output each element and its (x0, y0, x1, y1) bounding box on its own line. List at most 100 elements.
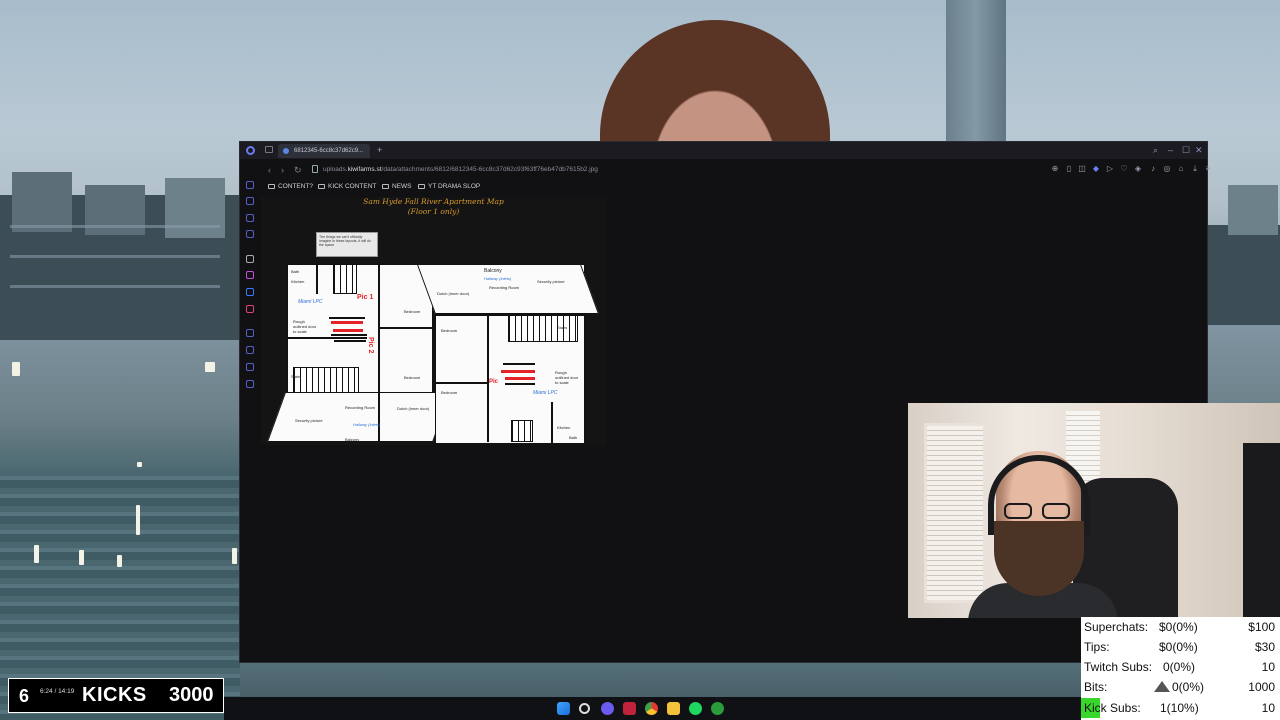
black-marker (505, 383, 535, 385)
coat (1243, 443, 1280, 618)
building (0, 300, 240, 340)
close-icon[interactable]: ✕ (1195, 144, 1203, 156)
label-stairs-right: Stairs (557, 325, 568, 330)
tab-active[interactable]: 6812345-6cc8c37d62c9... (278, 144, 370, 158)
pinboard-icon[interactable] (246, 214, 254, 222)
pin-icon[interactable]: ▯ (1065, 165, 1073, 173)
tips-value: $0(0%) (1159, 640, 1198, 654)
kick-subs-label: Kick Subs: (1084, 701, 1141, 715)
kick-subs-value: 1(10%) (1160, 701, 1199, 715)
light (232, 548, 237, 564)
new-tab-button[interactable]: + (377, 144, 382, 156)
play-icon[interactable]: ▷ (1106, 165, 1114, 173)
light (12, 362, 20, 376)
label-bedroom-4: Bedroom (441, 390, 458, 395)
tips-goal: $30 (1254, 640, 1275, 654)
folder-icon (418, 183, 425, 189)
label-dutch-door-bottom: Dutch (inner door) (397, 406, 430, 411)
light (136, 505, 140, 535)
chat-icon[interactable]: ◎ (1163, 165, 1171, 173)
label-security-bottom: Security picture (295, 418, 323, 423)
xbox-icon[interactable] (711, 702, 724, 715)
spotify-icon[interactable] (689, 702, 702, 715)
opera-logo-icon[interactable] (246, 146, 255, 155)
vpn-icon[interactable]: ◆ (1092, 165, 1100, 173)
label-hallway-top: Hallway (Inlets) (484, 276, 512, 281)
stairs-left-drawing (293, 367, 359, 393)
instagram-icon[interactable] (246, 305, 254, 313)
settings-icon[interactable] (246, 380, 254, 388)
file-explorer-icon[interactable] (667, 702, 680, 715)
menu-icon[interactable]: ≡ (1204, 165, 1212, 173)
tab-favicon-icon (283, 148, 289, 154)
download-icon[interactable]: ⤓ (1191, 165, 1199, 173)
label-bedroom-1: Bedroom (404, 309, 421, 314)
speed-dial-icon[interactable] (246, 181, 254, 189)
snapshot-icon[interactable]: ◫ (1078, 165, 1086, 173)
workspaces-icon[interactable] (265, 146, 273, 153)
red-marker (501, 370, 535, 373)
opera-icon[interactable] (623, 702, 636, 715)
label-miami-left: Miami LPC (298, 299, 323, 305)
label-pic1: Pic 1 (357, 294, 374, 301)
label-dutch-door-top: Dutch (inner door) (437, 291, 470, 296)
label-recording-room-top: Recording Room (489, 285, 520, 290)
zoom-icon[interactable]: ⊕ (1051, 165, 1059, 173)
url-prefix: uploads. (323, 166, 348, 173)
tower (946, 0, 1006, 150)
back-icon[interactable]: ‹ (268, 163, 271, 177)
stairs-right-drawing (508, 315, 578, 342)
bits-icon (1154, 681, 1170, 692)
lock-icon[interactable] (312, 165, 318, 173)
stairs-right-lower-drawing (511, 420, 533, 442)
windows-taskbar (224, 697, 1081, 720)
label-stairs-left: Stairs (291, 374, 302, 379)
start-icon[interactable] (557, 702, 570, 715)
telegram-icon[interactable] (246, 288, 254, 296)
search-tabs-icon[interactable]: ⌕ (1153, 144, 1158, 156)
bookmark-folder-yt-drama[interactable]: YT DRAMA SLOP (418, 180, 480, 194)
wall (551, 402, 553, 444)
messenger-icon[interactable] (246, 271, 254, 279)
superchats-label: Superchats: (1084, 620, 1149, 634)
search-icon[interactable] (579, 703, 590, 714)
bookmark-folder-news[interactable]: NEWS (382, 180, 412, 194)
minimize-icon[interactable]: – (1168, 144, 1173, 156)
bookmarks-sidebar-icon[interactable] (246, 363, 254, 371)
maximize-icon[interactable]: ☐ (1182, 144, 1190, 156)
red-marker (505, 377, 535, 380)
downloads-sidebar-icon[interactable] (246, 346, 254, 354)
speaker-icon[interactable]: ♪ (1149, 165, 1157, 173)
light (137, 462, 142, 467)
superchats-row: Superchats: $0(0%) $100 (1081, 617, 1280, 637)
window-row (10, 255, 220, 258)
black-marker (331, 334, 367, 336)
aria-icon[interactable] (246, 255, 254, 263)
folder-icon (382, 183, 389, 189)
kick-subs-row: Kick Subs: 1(10%) 10 (1081, 698, 1280, 718)
pages-icon[interactable] (246, 230, 254, 238)
label-security-top: Security picture (537, 279, 565, 284)
folder-icon (318, 183, 325, 189)
black-marker (334, 340, 366, 342)
glasses (1004, 503, 1074, 521)
bookmark-label: NEWS (392, 183, 412, 190)
wallet-icon[interactable] (246, 197, 254, 205)
building (1208, 225, 1280, 325)
wall (316, 264, 318, 294)
extensions-icon[interactable]: ⌂ (1177, 165, 1185, 173)
heart-icon[interactable]: ♡ (1120, 165, 1128, 173)
url-field[interactable]: uploads.kiwifarms.st/data/attachments/68… (323, 163, 598, 177)
history-icon[interactable] (246, 329, 254, 337)
label-pic2: Pic 2 (367, 337, 374, 354)
twitch-subs-label: Twitch Subs: (1084, 660, 1153, 674)
discord-icon[interactable] (601, 702, 614, 715)
forward-icon[interactable]: › (281, 163, 284, 177)
shield-icon[interactable]: ◈ (1134, 165, 1142, 173)
bookmark-folder-content[interactable]: CONTENT? (268, 180, 313, 194)
chrome-icon[interactable] (645, 702, 658, 715)
bookmark-folder-kick-content[interactable]: KICK CONTENT (318, 180, 376, 194)
label-balcony-bottom: Balcony (345, 437, 360, 442)
bits-value: 0(0%) (1172, 680, 1205, 694)
reload-icon[interactable]: ↻ (294, 163, 302, 177)
